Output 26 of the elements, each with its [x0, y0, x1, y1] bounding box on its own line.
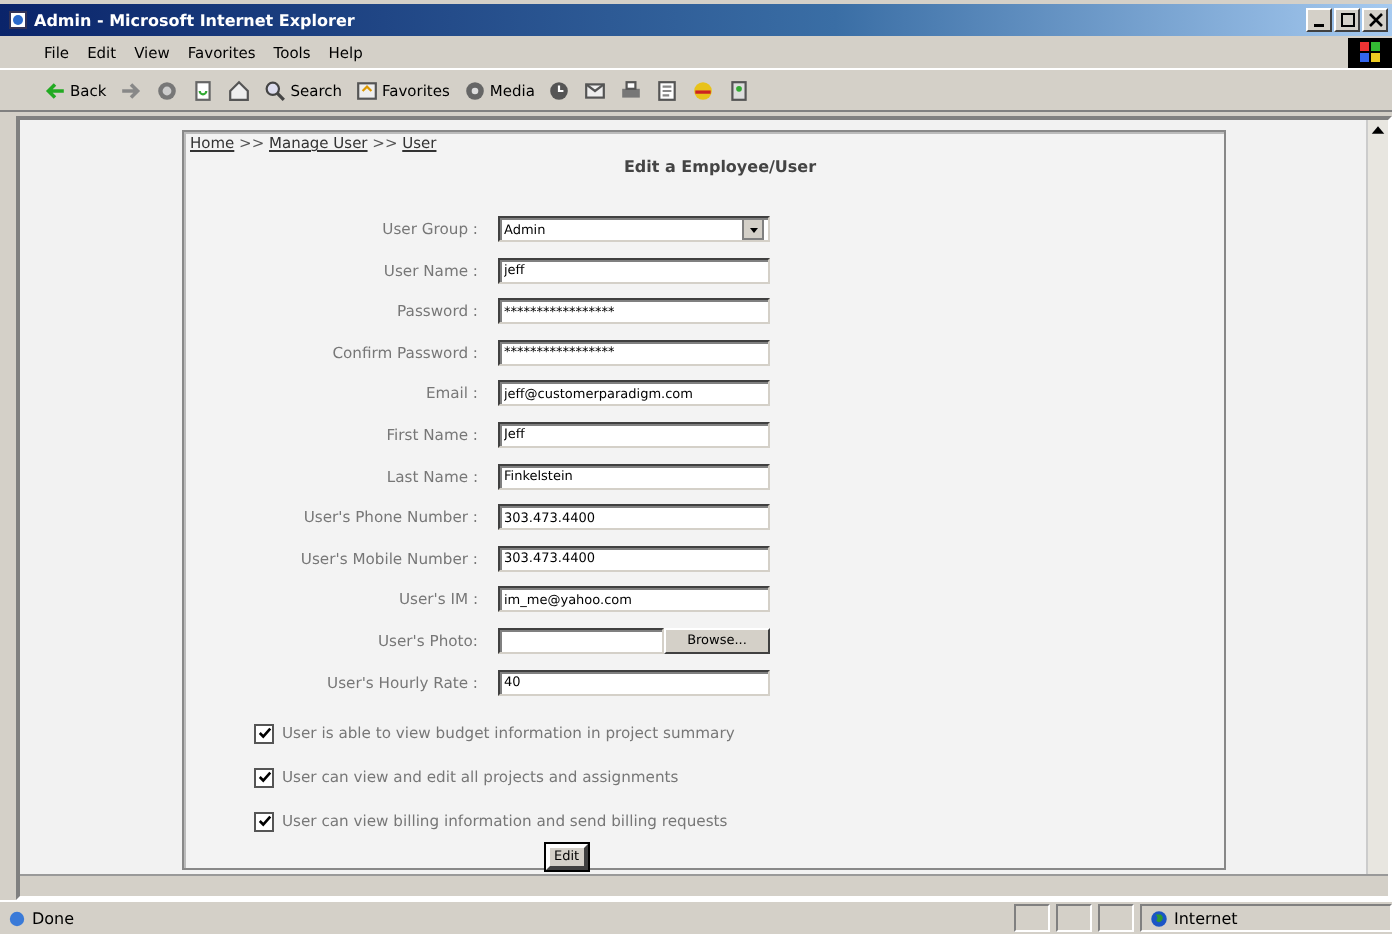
- arrow-icon: [44, 79, 66, 101]
- vertical-scrollbar[interactable]: [1366, 120, 1388, 874]
- checkbox[interactable]: [254, 811, 274, 832]
- page-icon: [8, 10, 28, 30]
- minimize-button[interactable]: [1306, 8, 1332, 32]
- checkbox[interactable]: [254, 723, 274, 744]
- search-icon: [264, 79, 287, 101]
- window-title: Admin - Microsoft Internet Explorer: [34, 11, 355, 29]
- checkbox[interactable]: [254, 767, 274, 788]
- maximize-button[interactable]: [1334, 8, 1360, 32]
- status-panel: [1014, 904, 1050, 932]
- status-panel: [1098, 904, 1134, 932]
- close-button[interactable]: [1362, 8, 1388, 32]
- zone-text: Internet: [1174, 909, 1238, 927]
- disc-icon: [463, 79, 486, 101]
- close-icon: [1367, 12, 1383, 28]
- status-panel: [1056, 904, 1092, 932]
- file-path-field[interactable]: [498, 627, 664, 654]
- windows-logo-icon: [1348, 37, 1392, 67]
- form-heading: Edit a Employee/User: [623, 158, 817, 176]
- page-icon: [8, 909, 26, 927]
- maximize-icon: [1339, 12, 1355, 28]
- globe-icon: [1150, 909, 1168, 927]
- caret-icon: [742, 218, 764, 240]
- folder-icon: [356, 79, 378, 101]
- status-text: Done: [32, 909, 75, 927]
